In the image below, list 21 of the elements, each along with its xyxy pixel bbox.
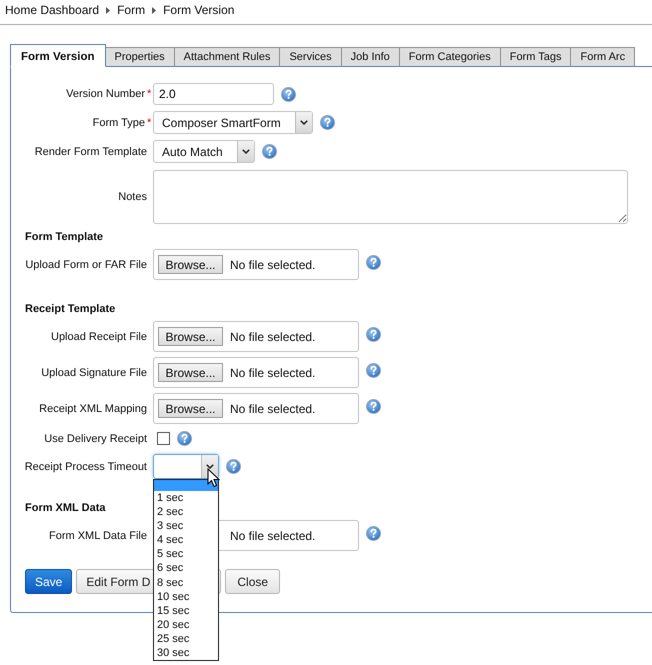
file-status: No file selected. bbox=[230, 330, 316, 344]
file-status: No file selected. bbox=[230, 528, 316, 542]
required-mark: * bbox=[147, 88, 151, 100]
field-label: Use Delivery Receipt bbox=[44, 432, 147, 444]
section-heading: Form XML Data bbox=[25, 501, 106, 516]
section-heading: Receipt Template bbox=[25, 302, 116, 317]
field-label: Form XML Data File bbox=[48, 530, 147, 542]
field-label: Render Form Template bbox=[34, 146, 147, 158]
file-status: No file selected. bbox=[230, 402, 316, 416]
field-label: Upload Receipt File bbox=[51, 330, 147, 342]
field-label: Upload Form or FAR File bbox=[25, 258, 147, 270]
field-label: Upload Signature File bbox=[41, 366, 147, 378]
section-heading: Form Template bbox=[25, 230, 104, 245]
field-label: Version Number bbox=[66, 88, 145, 100]
file-status: No file selected. bbox=[230, 366, 316, 380]
field-label: Receipt XML Mapping bbox=[39, 402, 147, 414]
required-mark: * bbox=[147, 116, 151, 128]
field-label: Receipt Process Timeout bbox=[24, 460, 147, 472]
field-label: Notes bbox=[118, 191, 147, 203]
file-status: No file selected. bbox=[230, 258, 316, 272]
field-label: Form Type bbox=[92, 116, 145, 128]
